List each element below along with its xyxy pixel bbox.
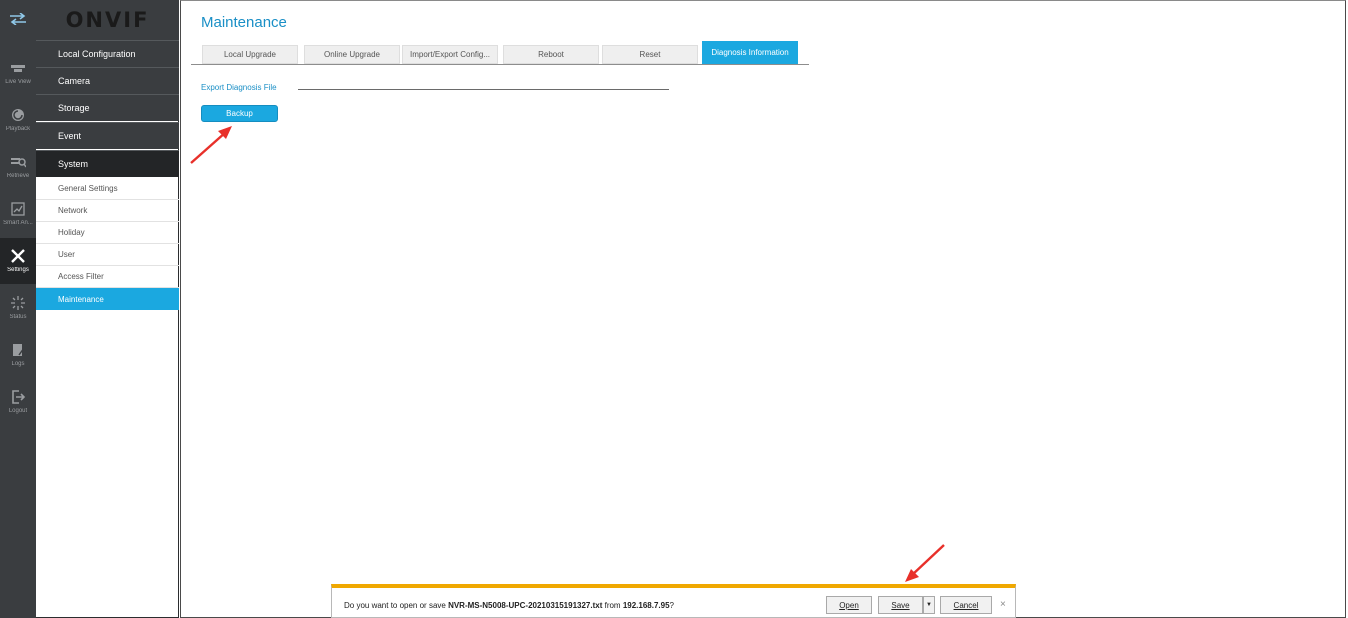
rail-item-retrieve[interactable]: Retrieve [0,144,36,190]
main-content: Maintenance Local Upgrade Online Upgrade… [180,0,1346,618]
section-divider [298,89,669,90]
logout-icon [12,390,26,404]
rail-item-live-view[interactable]: Live View [0,50,36,96]
annotation-arrow-backup [190,126,232,164]
section-label: Export Diagnosis File [201,83,277,92]
rail-item-label: Logout [8,408,28,414]
save-options-dropdown[interactable]: ▼ [923,596,935,614]
menu-section-system[interactable]: System [36,150,179,177]
menu-section-event[interactable]: Event [36,122,179,149]
rail-item-label: Settings [7,267,29,273]
menu-section-local-configuration[interactable]: Local Configuration [36,40,179,67]
swap-arrows-icon [10,13,26,25]
settings-menu: ONVIF Local Configuration Camera Storage… [36,0,179,618]
tab-bar: Local Upgrade Online Upgrade Import/Expo… [191,41,809,65]
chevron-down-icon: ▼ [926,602,932,608]
tab-reboot[interactable]: Reboot [503,45,599,64]
menu-item-maintenance[interactable]: Maintenance [36,288,179,310]
playback-icon [12,109,24,121]
rail-item-label: Status [9,314,27,320]
page-title: Maintenance [201,14,287,31]
menu-item-access-filter[interactable]: Access Filter [36,266,179,288]
rail-item-label: Logs [11,361,25,367]
download-prompt-text: Do you want to open or save NVR-MS-N5008… [344,601,674,610]
rail-item-logout[interactable]: Logout [0,379,36,425]
retrieve-icon [11,158,26,168]
smart-analysis-icon [11,202,25,216]
backup-button[interactable]: Backup [201,105,278,122]
rail-item-settings[interactable]: Settings [0,238,36,284]
rail-item-label: Smart An... [3,220,33,226]
menu-item-general-settings[interactable]: General Settings [36,178,179,200]
tab-local-upgrade[interactable]: Local Upgrade [202,45,298,64]
settings-icon [11,249,25,263]
export-diagnosis-section: Export Diagnosis File [201,83,669,93]
close-icon[interactable]: × [1000,599,1006,610]
open-button[interactable]: Open [826,596,872,614]
menu-section-camera[interactable]: Camera [36,67,179,94]
status-icon [11,296,25,310]
rail-item-label: Playback [5,126,31,132]
tab-reset[interactable]: Reset [602,45,698,64]
rail-item-label: Retrieve [6,173,30,179]
tab-diagnosis-information[interactable]: Diagnosis Information [702,41,798,64]
icon-rail: Live View Playback Retrieve Smart An... … [0,0,36,618]
menu-item-user[interactable]: User [36,244,179,266]
menu-item-network[interactable]: Network [36,200,179,222]
live-view-icon [11,65,25,72]
save-button[interactable]: Save [878,596,923,614]
toggle-menu-button[interactable] [0,0,36,38]
annotation-arrow-save [905,544,945,582]
logs-icon [13,344,25,356]
rail-item-playback[interactable]: Playback [0,97,36,143]
onvif-logo: ONVIF [65,8,150,32]
menu-section-storage[interactable]: Storage [36,94,179,121]
logo-area: ONVIF [36,0,179,40]
download-filename: NVR-MS-N5008-UPC-20210315191327.txt [448,601,603,610]
tab-online-upgrade[interactable]: Online Upgrade [304,45,400,64]
tab-import-export-config[interactable]: Import/Export Config... [402,45,498,64]
rail-item-label: Live View [5,79,31,85]
download-host: 192.168.7.95 [622,601,670,610]
rail-item-status[interactable]: Status [0,285,36,331]
rail-item-logs[interactable]: Logs [0,332,36,378]
download-notification-bar: Do you want to open or save NVR-MS-N5008… [331,584,1016,618]
menu-item-holiday[interactable]: Holiday [36,222,179,244]
cancel-button[interactable]: Cancel [940,596,992,614]
rail-item-smart-analysis[interactable]: Smart An... [0,191,36,237]
